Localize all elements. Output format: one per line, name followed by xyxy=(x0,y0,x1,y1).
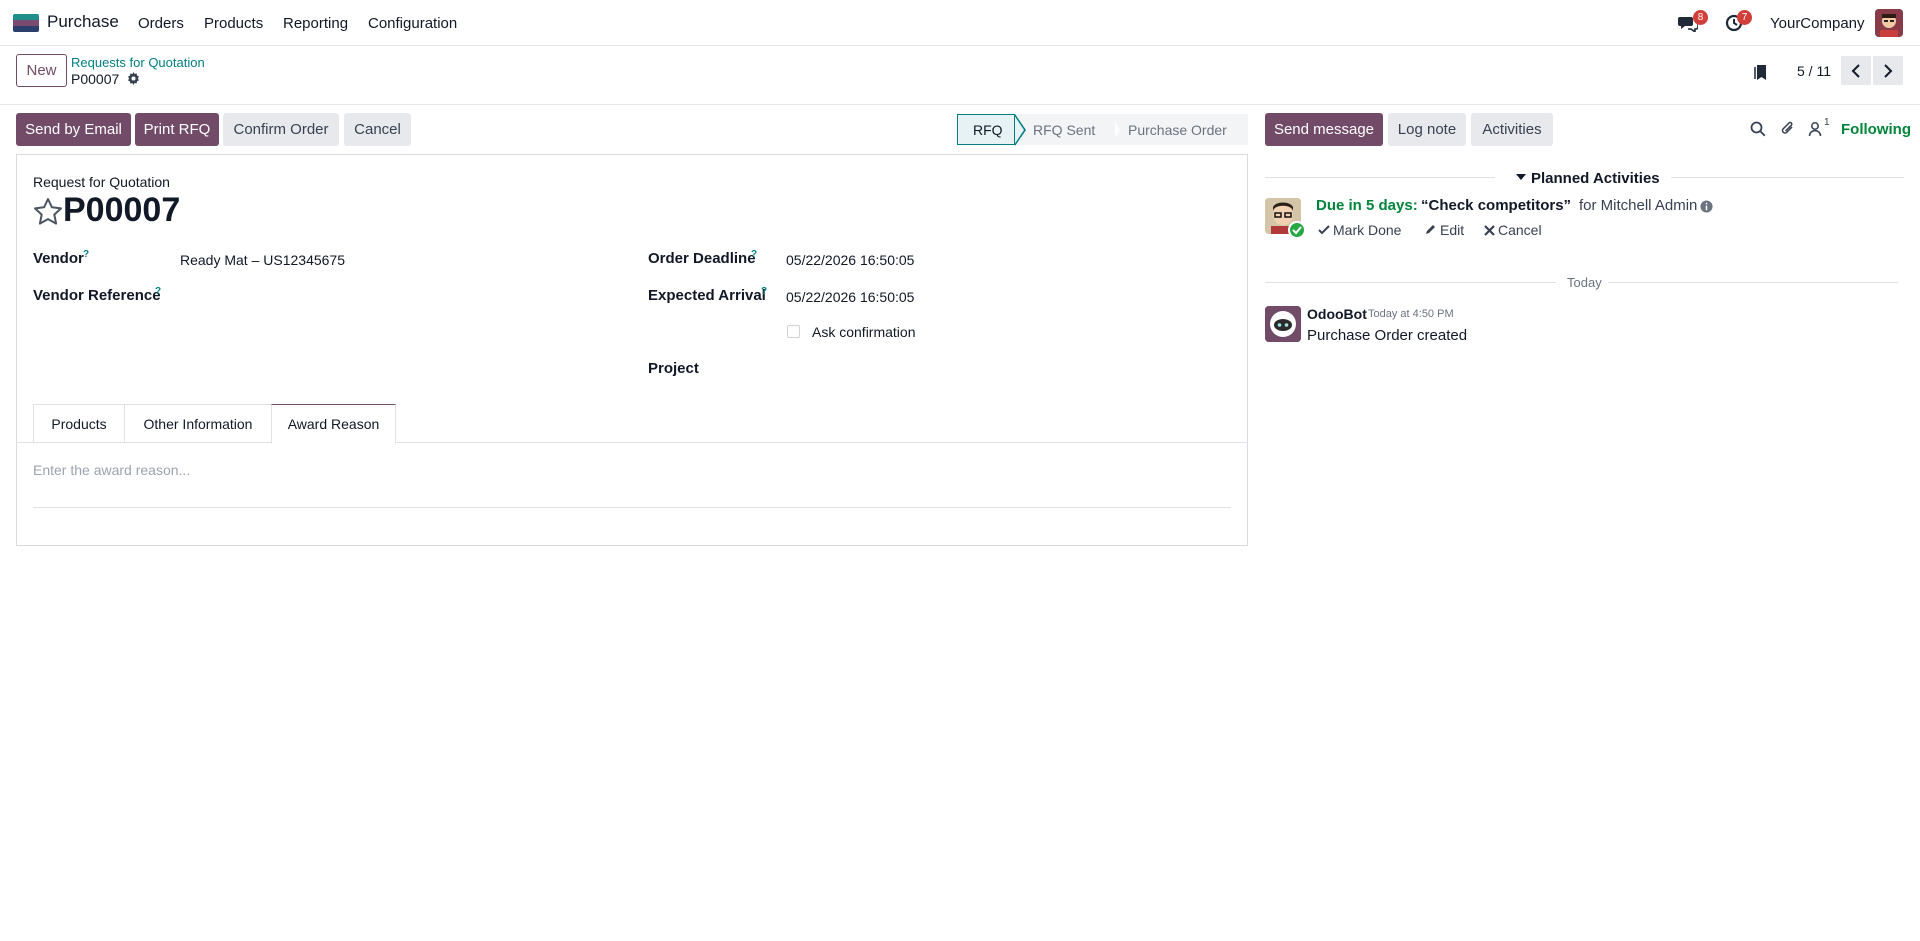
order-deadline-field[interactable]: 05/22/2026 16:50:05 xyxy=(786,252,914,268)
planned-separator-left xyxy=(1265,177,1495,178)
activity-done-check-icon xyxy=(1288,221,1306,239)
pager-next-button[interactable] xyxy=(1873,56,1903,85)
log-note-button[interactable]: Log note xyxy=(1388,113,1466,146)
mark-done-button[interactable]: Mark Done xyxy=(1333,222,1401,238)
message-body: Purchase Order created xyxy=(1307,327,1468,344)
pencil-icon xyxy=(1426,225,1435,234)
tab-award-reason[interactable]: Award Reason xyxy=(271,404,396,444)
menu-products[interactable]: Products xyxy=(204,15,263,32)
date-separator-right xyxy=(1608,282,1898,283)
company-switcher[interactable]: YourCompany xyxy=(1770,15,1865,32)
tab-products[interactable]: Products xyxy=(33,404,125,443)
activity-due-label: Due in 5 days: xyxy=(1316,197,1418,214)
ask-confirmation-label[interactable]: Ask confirmation xyxy=(812,324,915,340)
planned-activities-toggle[interactable]: Planned Activities xyxy=(1531,170,1660,187)
breadcrumb-requests-for-quotation[interactable]: Requests for Quotation xyxy=(71,55,205,70)
purchase-app-icon[interactable] xyxy=(13,14,39,32)
pager-previous-button[interactable] xyxy=(1841,56,1871,85)
star-icon[interactable] xyxy=(32,196,64,228)
cancel-activity-button[interactable]: Cancel xyxy=(1498,222,1542,238)
award-reason-input[interactable]: Enter the award reason... xyxy=(33,462,190,478)
status-rfq[interactable]: RFQ xyxy=(957,114,1015,145)
menu-configuration[interactable]: Configuration xyxy=(368,15,457,32)
new-button[interactable]: New xyxy=(16,54,67,87)
vendor-help-tooltip[interactable]: ? xyxy=(83,249,89,260)
bookmark-icon[interactable] xyxy=(1754,63,1768,81)
message-timestamp: Today at 4:50 PM xyxy=(1368,308,1454,320)
user-avatar[interactable] xyxy=(1875,9,1903,37)
pager-value[interactable]: 5 / 11 xyxy=(1797,63,1831,79)
vendor-reference-label: Vendor Reference xyxy=(33,287,161,304)
breadcrumb-current-record: P00007 xyxy=(71,71,120,87)
vendor-field[interactable]: Ready Mat – US12345675 xyxy=(180,252,345,268)
form-sheet xyxy=(16,154,1248,546)
check-icon xyxy=(1318,225,1330,235)
odoobot-avatar[interactable] xyxy=(1265,306,1301,342)
message-author[interactable]: OdooBot xyxy=(1307,306,1367,322)
activity-summary: “Check competitors” xyxy=(1421,197,1572,214)
date-separator-left xyxy=(1265,282,1556,283)
gear-icon[interactable] xyxy=(127,72,140,85)
order-deadline-label: Order Deadline xyxy=(648,250,756,267)
document-type-label: Request for Quotation xyxy=(33,174,170,190)
vendor-label: Vendor xyxy=(33,250,84,267)
status-active-arrow xyxy=(1014,115,1024,145)
paperclip-icon[interactable] xyxy=(1779,120,1797,138)
edit-activity-button[interactable]: Edit xyxy=(1440,222,1464,238)
send-message-button[interactable]: Send message xyxy=(1265,113,1383,146)
top-navbar: Purchase Orders Products Reporting Confi… xyxy=(0,0,1920,46)
activities-badge: 7 xyxy=(1737,10,1752,25)
status-purchase-order[interactable]: Purchase Order xyxy=(1110,114,1248,145)
planned-separator-right xyxy=(1671,177,1904,178)
vendor-reference-help-tooltip[interactable]: ? xyxy=(155,286,161,297)
followers-icon[interactable] xyxy=(1807,120,1825,138)
date-separator-label: Today xyxy=(1567,275,1602,290)
award-reason-underline xyxy=(33,507,1231,508)
close-icon xyxy=(1484,225,1495,236)
app-name[interactable]: Purchase xyxy=(47,12,119,32)
chevron-right-icon xyxy=(1884,63,1893,78)
expected-arrival-field[interactable]: 05/22/2026 16:50:05 xyxy=(786,289,914,305)
status-rfq-sent[interactable]: RFQ Sent xyxy=(1015,114,1115,145)
following-button[interactable]: Following xyxy=(1841,121,1911,138)
search-icon[interactable] xyxy=(1749,120,1767,138)
activities-button[interactable]: Activities xyxy=(1471,113,1553,146)
menu-orders[interactable]: Orders xyxy=(138,15,184,32)
caret-down-icon[interactable] xyxy=(1516,173,1526,181)
activity-assignee: for Mitchell Admin xyxy=(1579,197,1698,214)
cancel-order-button[interactable]: Cancel xyxy=(344,113,411,146)
record-title[interactable]: P00007 xyxy=(63,191,180,230)
chevron-left-icon xyxy=(1851,63,1860,78)
print-rfq-button[interactable]: Print RFQ xyxy=(135,113,219,146)
followers-count: 1 xyxy=(1824,117,1830,128)
send-by-email-button[interactable]: Send by Email xyxy=(16,113,131,146)
confirm-order-button[interactable]: Confirm Order xyxy=(223,113,339,146)
order-deadline-help-tooltip[interactable]: ? xyxy=(751,249,757,260)
info-icon[interactable] xyxy=(1700,200,1713,213)
ask-confirmation-checkbox[interactable] xyxy=(787,325,800,338)
messages-badge: 8 xyxy=(1693,10,1708,25)
menu-reporting[interactable]: Reporting xyxy=(283,15,348,32)
expected-arrival-label: Expected Arrival xyxy=(648,287,766,304)
expected-arrival-help-tooltip[interactable]: ? xyxy=(761,286,767,297)
tab-other-information[interactable]: Other Information xyxy=(124,404,272,443)
control-panel-divider xyxy=(0,104,1920,105)
project-label: Project xyxy=(648,360,699,377)
